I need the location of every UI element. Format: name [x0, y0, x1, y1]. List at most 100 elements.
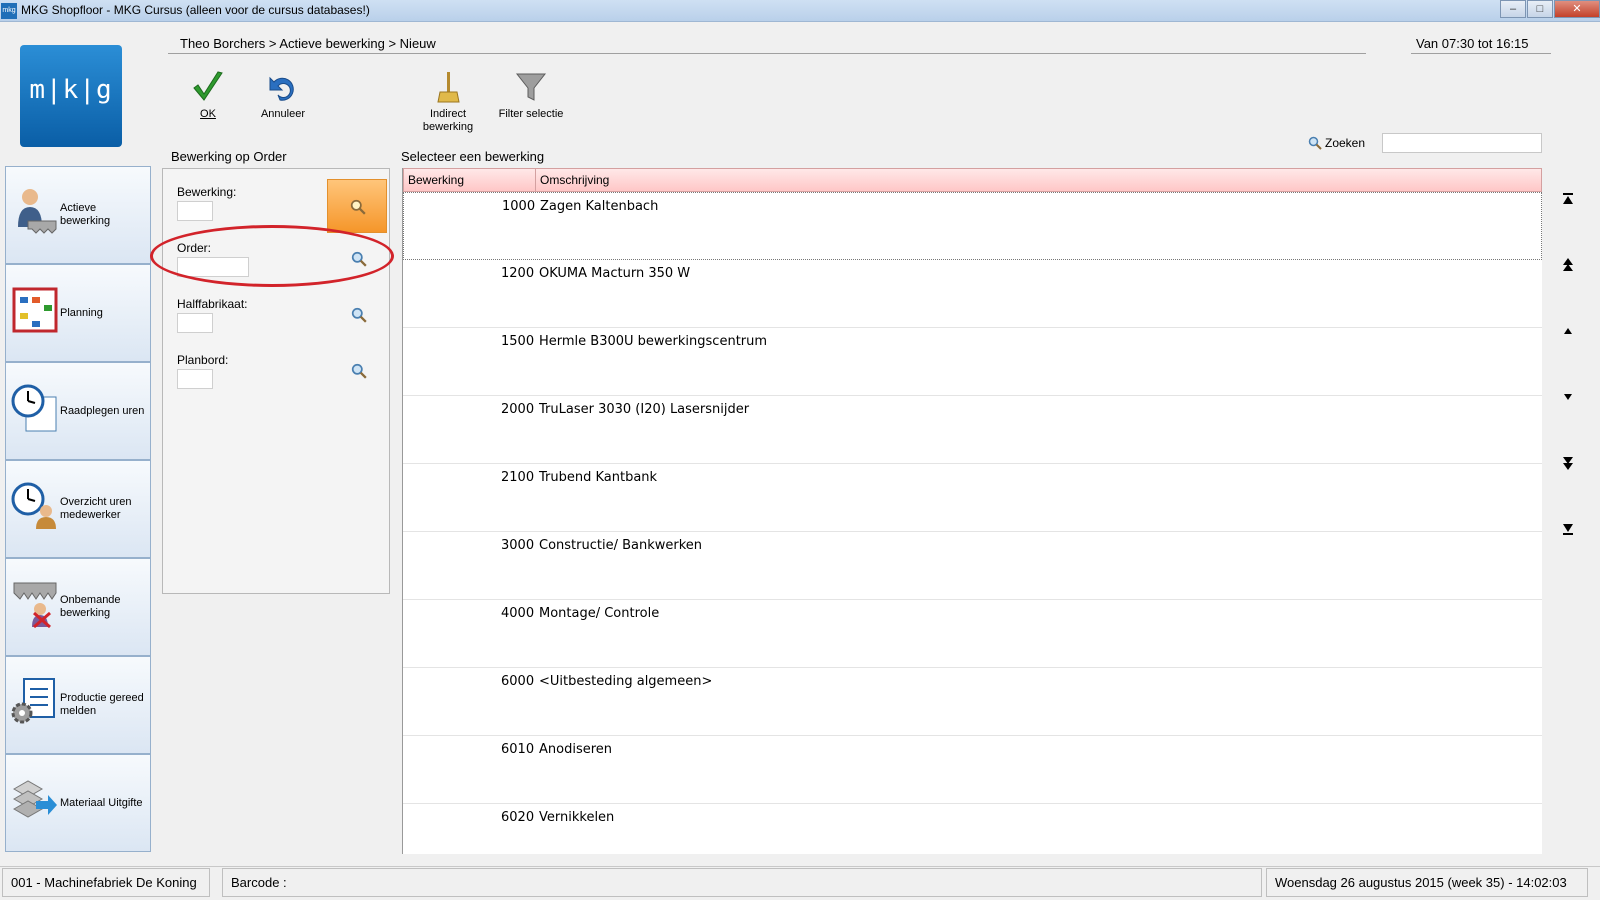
table-row[interactable]: 3000 Constructie/ Bankwerken: [403, 532, 1542, 600]
status-company: 001 - Machinefabriek De Koning: [2, 868, 210, 897]
sidebar-label: Overzicht uren medewerker: [60, 496, 132, 521]
row-code: 6000: [501, 674, 535, 689]
scroll-top-icon[interactable]: [1560, 191, 1576, 207]
row-desc: <Uitbesteding algemeen>: [539, 674, 713, 689]
table-row[interactable]: 1500 Hermle B300U bewerkingscentrum: [403, 328, 1542, 396]
sidebar-item-raadplegen-uren[interactable]: Raadplegen uren: [5, 362, 151, 460]
sidebar-item-actieve-bewerking[interactable]: Actieve bewerking: [5, 166, 151, 264]
search-icon: [350, 199, 366, 215]
indirect-bewerking-button[interactable]: Indirect bewerking: [418, 70, 478, 134]
table-row[interactable]: 1200 OKUMA Macturn 350 W: [403, 260, 1542, 328]
row-code: 2000: [501, 402, 535, 417]
planbord-lookup-search-icon[interactable]: [351, 363, 367, 379]
search-icon: [1308, 136, 1322, 150]
planbord-label: Planbord:: [177, 353, 229, 367]
form-title: Bewerking op Order: [171, 149, 287, 164]
table-row[interactable]: 6010 Anodiseren: [403, 736, 1542, 804]
time-divider: [1411, 53, 1551, 54]
calendar-icon: [12, 287, 58, 333]
halffabrikaat-input[interactable]: [177, 313, 213, 333]
table-row[interactable]: 4000 Montage/ Controle: [403, 600, 1542, 668]
table-row[interactable]: 2000 TruLaser 3030 (I20) Lasersnijder: [403, 396, 1542, 464]
sidebar-item-overzicht-uren[interactable]: Overzicht uren medewerker: [5, 460, 151, 558]
status-datetime: Woensdag 26 augustus 2015 (week 35) - 14…: [1266, 868, 1588, 897]
row-desc: Constructie/ Bankwerken: [539, 538, 703, 553]
halffabrikaat-label: Halffabrikaat:: [177, 297, 248, 311]
ok-button[interactable]: OK: [188, 70, 228, 121]
app-icon: mkg: [1, 3, 17, 19]
row-code: 1200: [501, 266, 535, 281]
breadcrumb-divider: [168, 53, 1366, 54]
window-controls: – □ ✕: [1499, 0, 1600, 18]
scroll-up-icon[interactable]: [1560, 323, 1576, 339]
sidebar-label: Actieve bewerking: [60, 202, 111, 227]
search-input[interactable]: [1382, 133, 1542, 153]
table-row[interactable]: 1000 Zagen Kaltenbach: [403, 192, 1542, 260]
column-header-omschrijving[interactable]: Omschrijving: [536, 169, 1541, 191]
table-row[interactable]: 2100 Trubend Kantbank: [403, 464, 1542, 532]
bewerking-label: Bewerking:: [177, 185, 237, 199]
clock-person-icon: [11, 482, 56, 529]
scroll-down-icon[interactable]: [1560, 389, 1576, 405]
status-barcode[interactable]: Barcode :: [222, 868, 1262, 897]
filter-label: Filter selectie: [498, 108, 564, 120]
row-desc: TruLaser 3030 (I20) Lasersnijder: [539, 402, 750, 417]
sidebar-label: Onbemande bewerking: [60, 594, 121, 619]
status-bar: 001 - Machinefabriek De Koning Barcode :…: [0, 866, 1600, 900]
document-gear-icon: [11, 678, 55, 724]
maximize-icon[interactable]: □: [1527, 0, 1553, 18]
sidebar-item-productie-gereed[interactable]: Productie gereed melden: [5, 656, 151, 754]
bewerking-input[interactable]: [177, 201, 213, 221]
worker-saw-icon: [18, 189, 57, 234]
saw-cross-icon: [13, 582, 57, 629]
annuleer-label: Annuleer: [260, 108, 306, 120]
undo-icon: [269, 76, 294, 101]
row-code: 1500: [501, 334, 535, 349]
window-title: MKG Shopfloor - MKG Cursus (alleen voor …: [21, 3, 370, 17]
row-desc: Anodiseren: [539, 742, 613, 757]
scroll-bottom-icon[interactable]: [1560, 521, 1576, 537]
shift-time-range: Van 07:30 tot 16:15: [1416, 36, 1529, 51]
filter-selectie-button[interactable]: Filter selectie: [496, 70, 566, 121]
indirect-label-2: bewerking: [422, 121, 474, 133]
row-code: 6010: [501, 742, 535, 757]
sidebar-item-materiaal-uitgifte[interactable]: Materiaal Uitgifte: [5, 754, 151, 852]
row-desc: OKUMA Macturn 350 W: [539, 266, 691, 281]
sidebar-label: Raadplegen uren: [60, 404, 145, 417]
row-code: 3000: [501, 538, 535, 553]
column-header-bewerking[interactable]: Bewerking: [404, 169, 536, 191]
row-code: 4000: [501, 606, 535, 621]
bewerking-lookup-button[interactable]: [327, 179, 387, 233]
scroll-page-up-icon[interactable]: [1560, 257, 1576, 273]
row-desc: Hermle B300U bewerkingscentrum: [539, 334, 768, 349]
halffabrikaat-lookup-search-icon[interactable]: [351, 307, 367, 323]
sidebar-item-onbemande-bewerking[interactable]: Onbemande bewerking: [5, 558, 151, 656]
funnel-icon: [515, 73, 547, 101]
row-desc: Montage/ Controle: [539, 606, 660, 621]
stack-arrow-icon: [12, 780, 57, 818]
row-desc: Zagen Kaltenbach: [540, 199, 659, 214]
indirect-label-1: Indirect: [429, 108, 467, 120]
annuleer-button[interactable]: Annuleer: [258, 70, 308, 121]
sidebar-item-planning[interactable]: Planning: [5, 264, 151, 362]
order-annotation-ellipse: [150, 225, 394, 287]
bewerking-list: Bewerking Omschrijving 1000 Zagen Kaltenb…: [402, 168, 1542, 854]
minimize-icon[interactable]: –: [1500, 0, 1526, 18]
table-row[interactable]: 6000 <Uitbesteding algemeen>: [403, 668, 1542, 736]
row-code: 2100: [501, 470, 535, 485]
planbord-input[interactable]: [177, 369, 213, 389]
list-title: Selecteer een bewerking: [401, 149, 545, 164]
scroll-page-down-icon[interactable]: [1560, 455, 1576, 471]
table-row[interactable]: 6020 Vernikkelen: [403, 804, 1542, 854]
mkg-logo: m|k|g: [20, 45, 122, 147]
row-desc: Vernikkelen: [539, 810, 615, 825]
title-bar: mkg MKG Shopfloor - MKG Cursus (alleen v…: [0, 0, 1600, 22]
sidebar: Actieve bewerking Planning Raadplegen ur…: [5, 166, 151, 852]
close-icon[interactable]: ✕: [1554, 0, 1600, 18]
row-code: 1000: [502, 199, 536, 214]
row-code: 6020: [501, 810, 535, 825]
list-header: Bewerking Omschrijving: [403, 168, 1542, 192]
broom-icon: [437, 72, 460, 103]
checkmark-icon: [193, 71, 223, 101]
row-desc: Trubend Kantbank: [539, 470, 658, 485]
